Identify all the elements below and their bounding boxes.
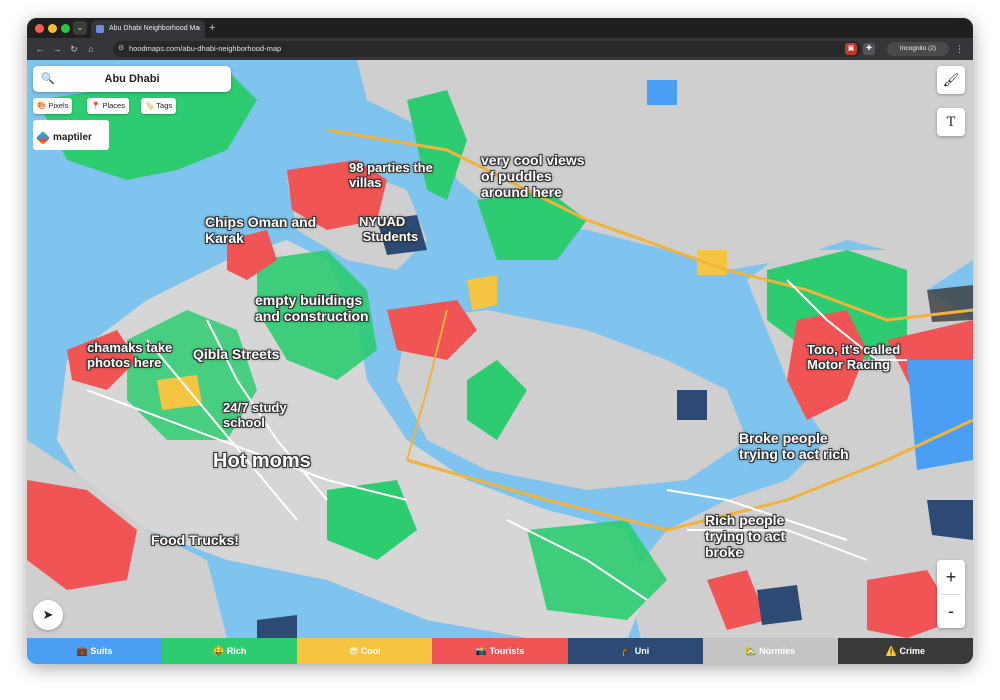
tab-search-icon[interactable]: ⌄: [73, 21, 87, 35]
map-label-study-school[interactable]: 24/7 study school: [223, 400, 287, 430]
forward-icon[interactable]: →: [50, 42, 64, 56]
locate-me-button[interactable]: ➤: [33, 600, 63, 630]
map-label-chamaks[interactable]: chamaks take photos here: [87, 340, 172, 370]
back-icon[interactable]: ←: [33, 42, 47, 56]
legend-label: Tourists: [489, 646, 525, 656]
zone-crime: [927, 285, 973, 322]
text-tool-icon: T: [946, 115, 956, 130]
legend-cool[interactable]: 😎 Cool: [297, 638, 433, 664]
legend-label: Uni: [634, 646, 650, 656]
city-name: Abu Dhabi: [104, 73, 160, 85]
maptiler-logo[interactable]: maptiler: [33, 120, 109, 150]
map-label-hot-moms[interactable]: Hot moms: [213, 450, 311, 472]
map-label-motor-racing[interactable]: Toto, it's called Motor Racing: [807, 342, 900, 372]
extension-icon[interactable]: ▣: [845, 43, 857, 55]
paint-brush-button[interactable]: 🖌: [937, 66, 965, 94]
camera-icon: 📸: [475, 646, 487, 656]
url-text: hoodmaps.com/abu-dhabi-neighborhood-map: [129, 44, 282, 53]
incognito-profile-button[interactable]: Incognito (2): [887, 42, 949, 56]
zone-uni: [927, 500, 973, 540]
tag-icon: 🏷️: [145, 101, 155, 110]
zone-suits: [907, 360, 973, 470]
legend-label: Rich: [226, 646, 247, 656]
layer-toggle-tags[interactable]: 🏷️ Tags: [141, 98, 177, 114]
zone-cool: [467, 275, 497, 310]
money-face-icon: 🤑: [213, 646, 225, 656]
tab-strip: ⌄ Abu Dhabi Neighborhood Ma × +: [27, 18, 973, 38]
legend-suits[interactable]: 💼 Suits: [27, 638, 163, 664]
page-viewport: 98 parties the villas very cool views of p…: [27, 60, 973, 664]
layer-label: Pixels: [48, 101, 69, 110]
map-label-puddles[interactable]: very cool views of puddles around here: [481, 152, 585, 200]
legend-bar: 💼 Suits 🤑 Rich 😎 Cool 📸 Tourists 🎓 Uni 🏡…: [27, 638, 973, 664]
briefcase-icon: 💼: [76, 646, 88, 656]
maximize-window-button[interactable]: [61, 24, 70, 33]
map-label-broke-people[interactable]: Broke people trying to act rich: [739, 430, 849, 462]
tab-close-icon[interactable]: ×: [196, 20, 201, 38]
map-label-nyuad[interactable]: NYUAD Students: [359, 214, 418, 244]
sunglasses-icon: 😎: [348, 646, 359, 656]
zoom-in-button[interactable]: +: [937, 560, 965, 594]
warning-icon: ⚠️: [885, 646, 897, 656]
browser-window: ⌄ Abu Dhabi Neighborhood Ma × + ← → ↻ ⌂ …: [27, 18, 973, 664]
zone-cool: [697, 250, 727, 275]
new-tab-button[interactable]: +: [209, 20, 215, 36]
zoom-control: + -: [937, 560, 965, 628]
legend-label: Cool: [360, 646, 381, 656]
map-label-empty-buildings[interactable]: empty buildings and construction: [255, 292, 369, 324]
home-icon[interactable]: ⌂: [84, 42, 98, 56]
legend-label: Normies: [759, 646, 796, 656]
search-icon: 🔍: [41, 73, 55, 85]
zone-suits: [647, 80, 677, 105]
legend-rich[interactable]: 🤑 Rich: [162, 638, 298, 664]
pin-icon: 📍: [91, 101, 101, 110]
map-label-rich-people[interactable]: Rich people trying to act broke: [705, 512, 785, 560]
browser-tab[interactable]: Abu Dhabi Neighborhood Ma ×: [91, 20, 205, 38]
zone-uni: [677, 390, 707, 420]
layer-toggle-pixels[interactable]: 🎨 Pixels: [33, 98, 73, 114]
legend-tourists[interactable]: 📸 Tourists: [432, 638, 568, 664]
paint-brush-icon: 🖌: [942, 72, 960, 87]
layer-toggle-places[interactable]: 📍 Places: [87, 98, 129, 114]
browser-menu-icon[interactable]: ⋮: [955, 42, 964, 56]
navigation-arrow-icon: ➤: [42, 607, 54, 622]
house-icon: 🏡: [745, 646, 757, 656]
map-label-chips-oman[interactable]: Chips Oman and Karak: [205, 214, 316, 246]
legend-uni[interactable]: 🎓 Uni: [567, 638, 703, 664]
text-tool-button[interactable]: T: [937, 108, 965, 136]
zoom-out-button[interactable]: -: [937, 594, 965, 628]
layer-label: Places: [102, 101, 125, 110]
map-label-villas[interactable]: 98 parties the villas: [349, 160, 433, 190]
city-search-box[interactable]: 🔍 Abu Dhabi: [33, 66, 231, 92]
legend-normies[interactable]: 🏡 Normies: [702, 638, 838, 664]
close-window-button[interactable]: [35, 24, 44, 33]
graduation-cap-icon: 🎓: [621, 646, 633, 656]
reload-icon[interactable]: ↻: [67, 42, 81, 56]
extensions-puzzle-icon[interactable]: ✚: [863, 43, 875, 55]
maptiler-logo-icon: [35, 130, 51, 146]
maptiler-wordmark: maptiler: [53, 132, 92, 143]
palette-icon: 🎨: [37, 101, 47, 110]
site-info-icon[interactable]: ⚙: [118, 41, 124, 57]
layer-label: Tags: [156, 101, 173, 110]
tab-title: Abu Dhabi Neighborhood Ma: [109, 25, 200, 32]
minimize-window-button[interactable]: [48, 24, 57, 33]
map-label-qibla[interactable]: Qibla Streets: [193, 346, 279, 362]
zone-uni: [757, 585, 802, 625]
legend-label: Crime: [899, 646, 926, 656]
favicon-icon: [96, 25, 104, 33]
legend-label: Suits: [90, 646, 113, 656]
map-label-food-trucks[interactable]: Food Trucks!: [151, 532, 239, 548]
browser-toolbar: ← → ↻ ⌂ ⚙ hoodmaps.com/abu-dhabi-neighbo…: [27, 38, 973, 60]
address-bar[interactable]: ⚙ hoodmaps.com/abu-dhabi-neighborhood-ma…: [113, 41, 861, 57]
legend-crime[interactable]: ⚠️ Crime: [837, 638, 973, 664]
